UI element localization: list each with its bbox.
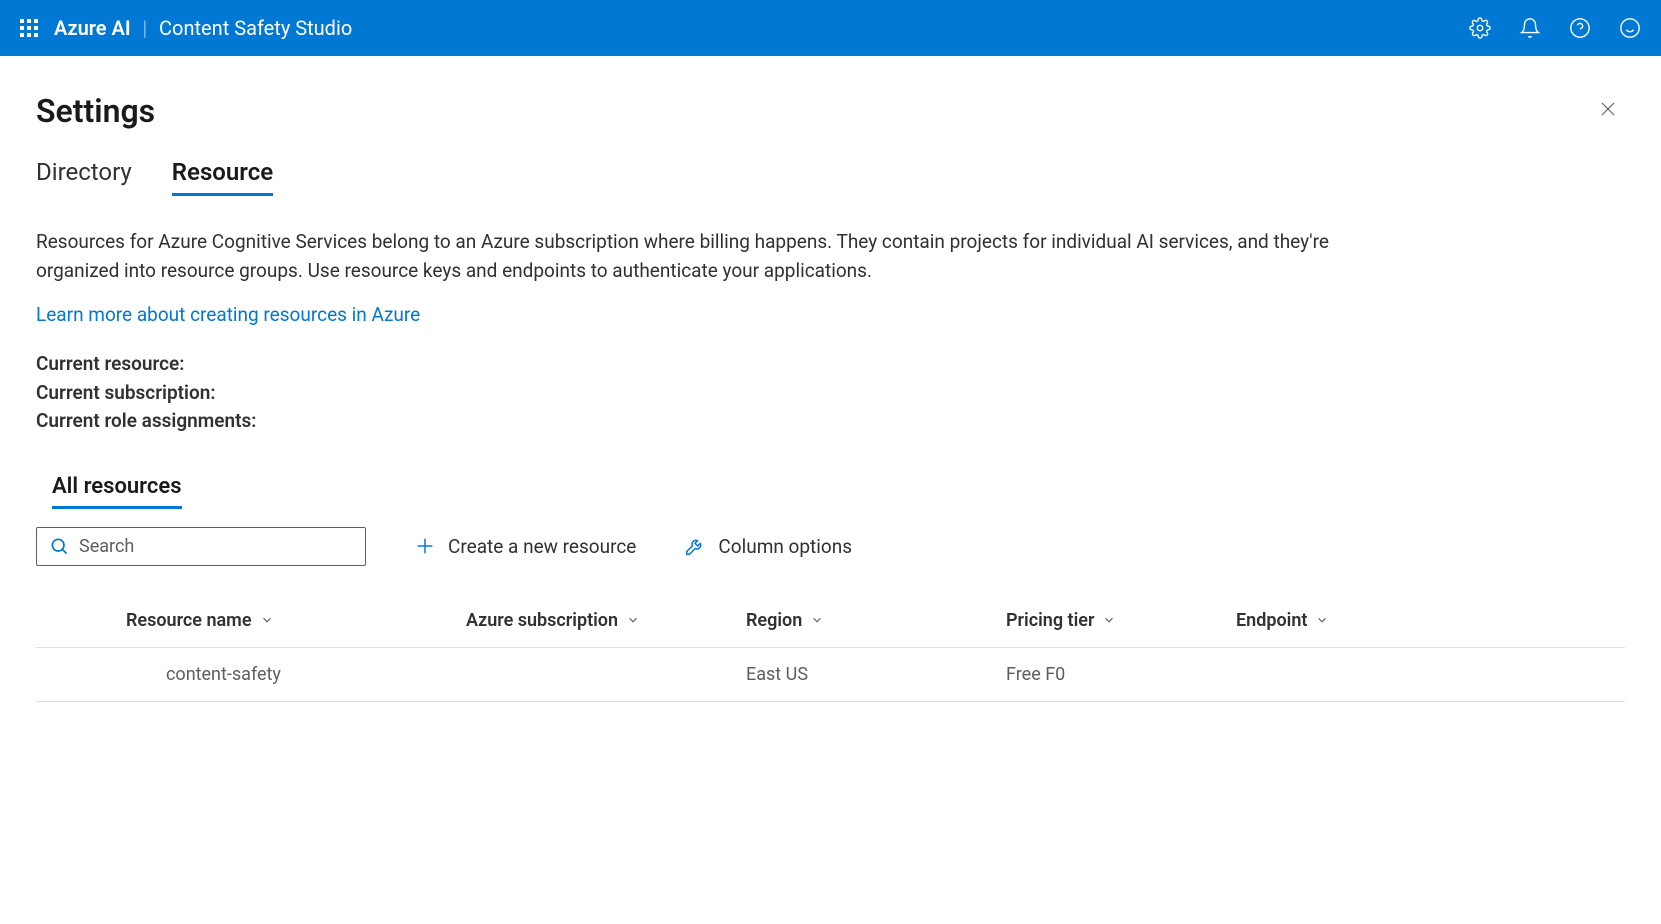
table-header: Resource name Azure subscription Region … [36, 594, 1625, 648]
waffle-icon[interactable] [20, 19, 38, 37]
brand-primary[interactable]: Azure AI [54, 16, 131, 40]
chevron-down-icon [1315, 613, 1329, 627]
col-endpoint[interactable]: Endpoint [1236, 610, 1436, 631]
top-bar-left: Azure AI | Content Safety Studio [20, 16, 352, 40]
col-pricing-tier[interactable]: Pricing tier [976, 610, 1236, 631]
col-subscription[interactable]: Azure subscription [376, 610, 716, 631]
bell-icon[interactable] [1519, 17, 1541, 39]
chevron-down-icon [626, 613, 640, 627]
cell-tier: Free F0 [976, 664, 1236, 685]
main-tabs: Directory Resource [36, 158, 1625, 196]
current-info: Current resource: Current subscription: … [36, 350, 1625, 436]
plus-icon [414, 535, 436, 557]
smile-icon[interactable] [1619, 17, 1641, 39]
brand-text: Azure AI | Content Safety Studio [54, 16, 352, 40]
search-icon [49, 536, 69, 556]
chevron-down-icon [260, 613, 274, 627]
resource-description: Resources for Azure Cognitive Services b… [36, 228, 1416, 285]
brand-secondary[interactable]: Content Safety Studio [159, 16, 352, 40]
top-bar-right [1469, 17, 1641, 39]
sub-tabs: All resources [52, 474, 1625, 509]
resource-table: Resource name Azure subscription Region … [36, 594, 1625, 702]
current-roles-label: Current role assignments: [36, 407, 1625, 436]
toolbar: Create a new resource Column options [36, 527, 1625, 566]
brand-divider: | [143, 16, 147, 40]
help-icon[interactable] [1569, 17, 1591, 39]
col-region[interactable]: Region [716, 610, 976, 631]
create-resource-button[interactable]: Create a new resource [414, 535, 636, 558]
cell-region: East US [716, 664, 976, 685]
page-title: Settings [36, 92, 155, 130]
page-header: Settings [36, 92, 1625, 130]
col-resource-name[interactable]: Resource name [36, 610, 376, 631]
wrench-icon [684, 535, 706, 557]
current-resource-label: Current resource: [36, 350, 1625, 379]
learn-more-link[interactable]: Learn more about creating resources in A… [36, 303, 420, 326]
column-options-button[interactable]: Column options [684, 535, 852, 558]
search-box[interactable] [36, 527, 366, 566]
chevron-down-icon [810, 613, 824, 627]
column-options-label: Column options [718, 535, 852, 558]
cell-resource-name: content-safety [36, 664, 376, 685]
top-bar: Azure AI | Content Safety Studio [0, 0, 1661, 56]
subtab-all-resources[interactable]: All resources [52, 474, 182, 509]
current-subscription-label: Current subscription: [36, 379, 1625, 408]
chevron-down-icon [1102, 613, 1116, 627]
tab-resource[interactable]: Resource [172, 158, 273, 196]
table-row[interactable]: content-safety East US Free F0 [36, 648, 1625, 702]
create-resource-label: Create a new resource [448, 535, 636, 558]
tab-directory[interactable]: Directory [36, 158, 132, 196]
close-icon[interactable] [1591, 92, 1625, 130]
main-content: Settings Directory Resource Resources fo… [0, 56, 1661, 738]
search-input[interactable] [79, 536, 353, 557]
gear-icon[interactable] [1469, 17, 1491, 39]
